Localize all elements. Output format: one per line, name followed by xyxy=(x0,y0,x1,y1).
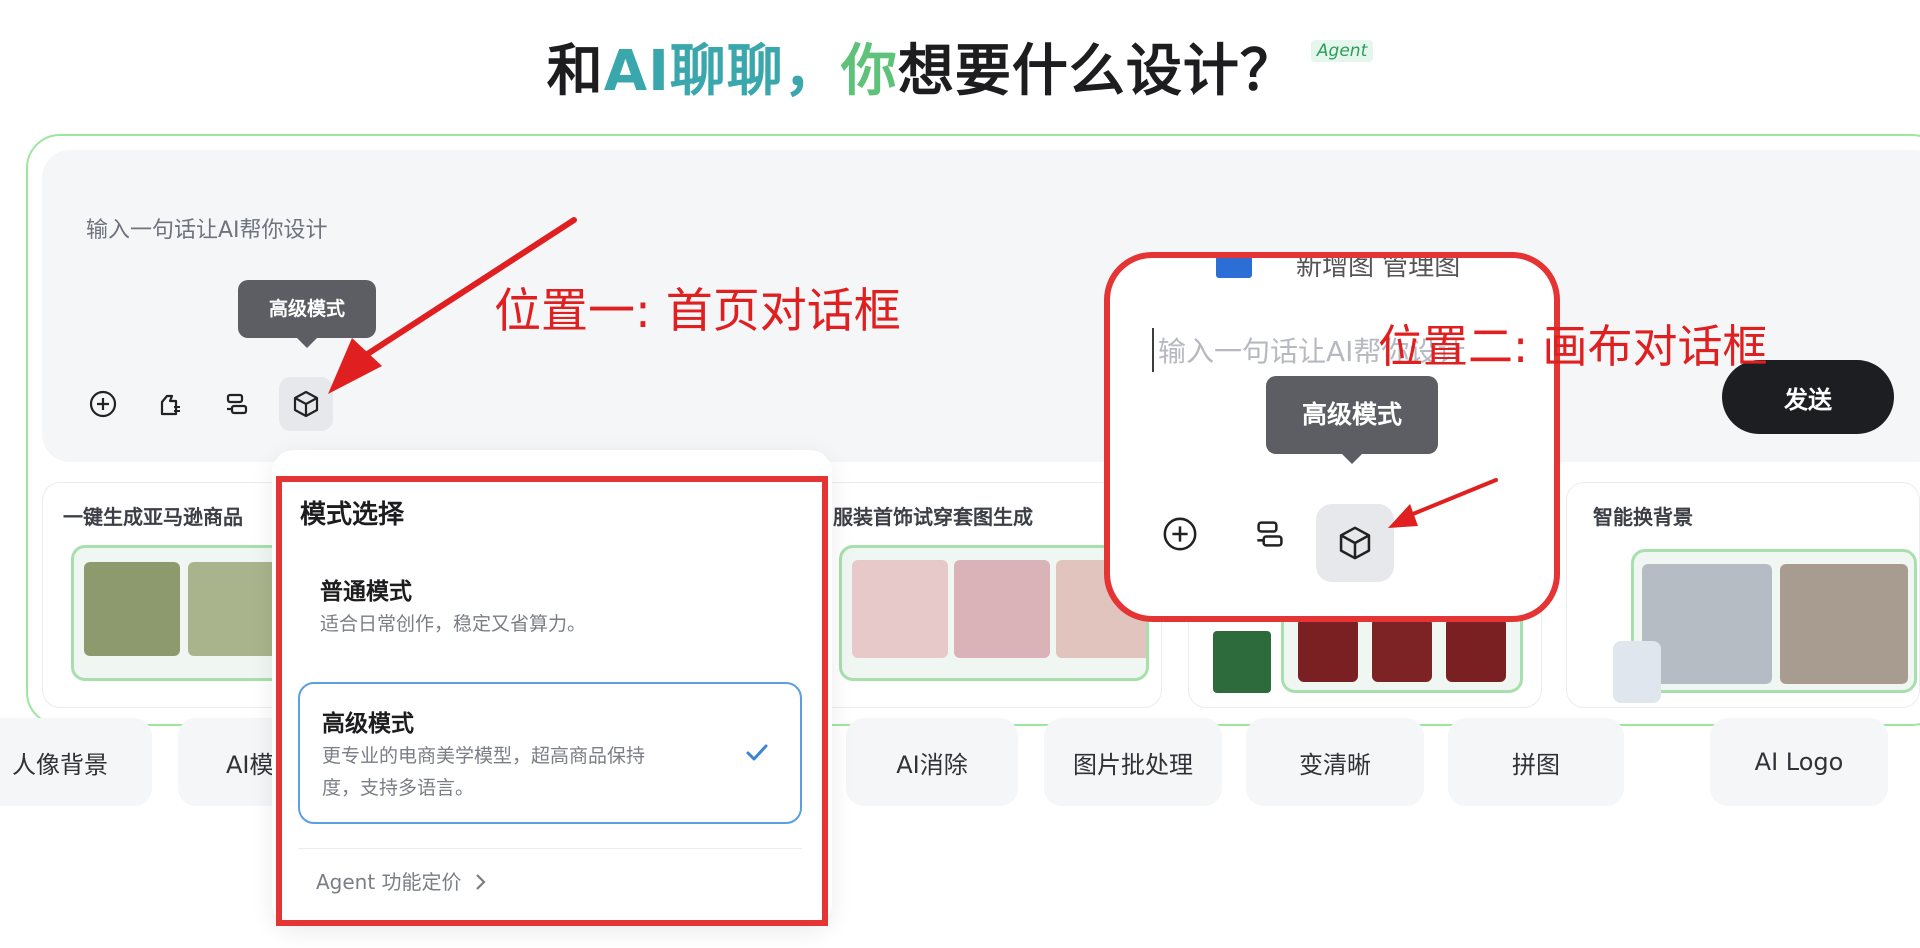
shortcut-sharpen[interactable]: 变清晰 xyxy=(1246,718,1424,806)
thumb-image xyxy=(84,562,180,656)
add-attachment-button[interactable] xyxy=(76,377,130,431)
shortcut-label: 人像背景 xyxy=(12,750,108,779)
card-background[interactable]: 智能换背景 xyxy=(1566,482,1920,708)
card-preview xyxy=(839,545,1149,681)
annotation-position-one: 位置一: 首页对话框 xyxy=(494,284,901,339)
thumb-image xyxy=(188,562,284,656)
thumb-image xyxy=(1298,618,1358,682)
cube-icon xyxy=(293,390,319,418)
thumb-image xyxy=(954,560,1050,658)
title-part-4: 想要什么设计？ xyxy=(897,39,1297,104)
tooltip-arrow xyxy=(297,338,317,348)
bag-icon xyxy=(160,394,180,416)
highlight-box-canvas xyxy=(1104,252,1560,622)
agent-badge: Agent xyxy=(1310,40,1374,62)
title-part-3: 你 xyxy=(840,39,898,104)
title-part-2: AI聊聊， xyxy=(603,39,841,104)
card-title: 一键生成亚马逊商品 xyxy=(63,505,243,529)
shortcut-ai-logo[interactable]: AI Logo xyxy=(1710,718,1888,806)
plus-circle-icon xyxy=(89,390,117,418)
thumb-image xyxy=(852,560,948,658)
thumb-image xyxy=(1780,564,1908,684)
product-button[interactable] xyxy=(144,377,198,431)
thumb-image xyxy=(1372,618,1432,682)
page-title: 和AI聊聊，你想要什么设计？ Agent xyxy=(0,26,1920,107)
highlight-box-dropdown xyxy=(276,476,828,926)
shortcut-label: AI模 xyxy=(226,750,274,779)
page: 和AI聊聊，你想要什么设计？ Agent 输入一句话让AI帮你设计 高级模式 一键… xyxy=(0,0,1920,948)
shortcut-batch[interactable]: 图片批处理 xyxy=(1044,718,1222,806)
shortcut-collage[interactable]: 拼图 xyxy=(1448,718,1624,806)
layout-icon xyxy=(226,393,248,415)
advanced-mode-tooltip: 高级模式 xyxy=(238,280,376,348)
shortcut-label: 图片批处理 xyxy=(1073,750,1193,779)
advanced-mode-button[interactable] xyxy=(279,377,333,431)
thumb-image xyxy=(1642,564,1772,684)
title-part-1: 和 xyxy=(546,39,604,104)
card-title: 智能换背景 xyxy=(1593,505,1693,529)
tree-image xyxy=(1213,631,1271,693)
layout-button[interactable] xyxy=(210,377,264,431)
card-title: 服装首饰试穿套图生成 xyxy=(833,505,1033,529)
annotation-position-two: 位置二: 画布对话框 xyxy=(1378,320,1768,373)
shortcut-ai-erase[interactable]: AI消除 xyxy=(846,718,1018,806)
thumb-image xyxy=(1446,618,1506,682)
shortcut-label: 变清晰 xyxy=(1299,750,1371,779)
bottle-image xyxy=(1613,641,1661,703)
shortcut-portrait-bg[interactable]: 人像背景 xyxy=(0,718,152,806)
shortcut-label: 拼图 xyxy=(1512,750,1560,779)
home-chat-input[interactable]: 输入一句话让AI帮你设计 xyxy=(86,212,328,244)
shortcut-label: AI Logo xyxy=(1754,748,1844,776)
tooltip-label: 高级模式 xyxy=(268,298,345,320)
card-preview xyxy=(1631,549,1917,693)
shortcut-label: AI消除 xyxy=(896,750,968,779)
